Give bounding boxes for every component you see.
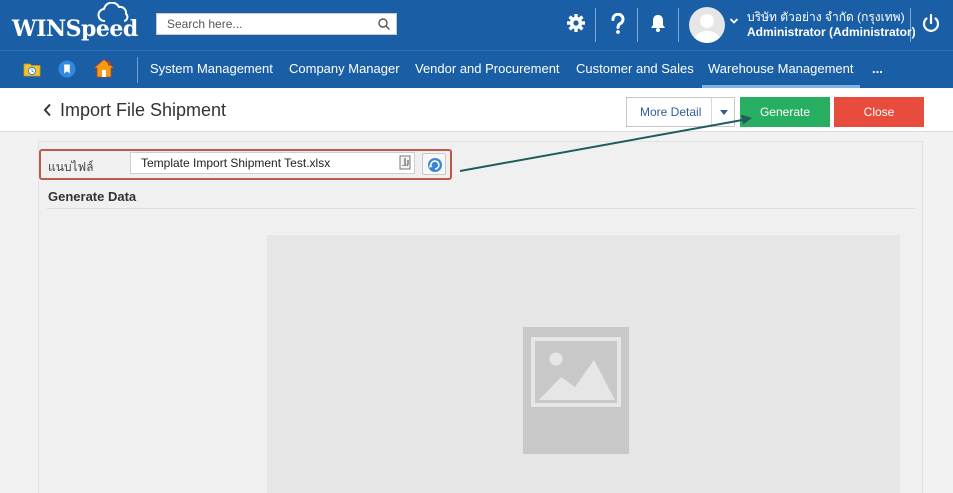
- attach-file-label: แนบไฟล์: [48, 160, 94, 174]
- winspeed-logo[interactable]: WINSpeed: [12, 2, 138, 46]
- image-placeholder-icon: [523, 327, 629, 454]
- divider: [910, 8, 911, 42]
- more-detail-label: More Detail: [640, 105, 702, 119]
- divider: [711, 98, 712, 126]
- bookmark-icon[interactable]: [58, 60, 76, 78]
- section-divider: [47, 208, 915, 209]
- divider: [637, 8, 638, 42]
- page-header: Import File Shipment More Detail Generat…: [0, 88, 953, 132]
- nav-system-management[interactable]: System Management: [150, 61, 273, 76]
- divider: [678, 8, 679, 42]
- search-icon[interactable]: [377, 17, 391, 31]
- nav-more[interactable]: ...: [872, 61, 883, 76]
- top-bar: WINSpeed Search here... บริษัท ตัวอย่าง …: [0, 0, 953, 50]
- more-detail-button[interactable]: More Detail: [626, 97, 735, 127]
- help-icon[interactable]: [609, 13, 627, 35]
- user-role: Administrator (Administrator): [747, 25, 916, 39]
- user-silhouette-icon: [694, 14, 720, 43]
- page-title: Import File Shipment: [60, 100, 227, 120]
- chevron-down-icon[interactable]: [729, 17, 739, 25]
- nav-vendor-procurement[interactable]: Vendor and Procurement: [415, 61, 560, 76]
- section-title: Generate Data: [48, 189, 137, 204]
- content-area: แนบไฟล์ Generate Data: [0, 132, 953, 493]
- main-nav: System Management Company Manager Vendor…: [0, 50, 953, 88]
- generate-button[interactable]: Generate: [740, 97, 830, 127]
- back-chevron-icon[interactable]: [42, 102, 54, 118]
- file-path-field[interactable]: [130, 152, 415, 174]
- power-icon[interactable]: [920, 12, 942, 34]
- search-input[interactable]: [157, 14, 367, 34]
- close-button[interactable]: Close: [834, 97, 924, 127]
- caret-down-icon[interactable]: [720, 110, 728, 115]
- search-box[interactable]: [156, 13, 397, 35]
- browse-button[interactable]: [422, 153, 446, 175]
- bell-icon[interactable]: [648, 13, 668, 33]
- avatar[interactable]: [689, 7, 725, 43]
- nav-customer-sales[interactable]: Customer and Sales: [576, 61, 694, 76]
- divider: [595, 8, 596, 42]
- divider: [137, 57, 138, 83]
- attachment-icon[interactable]: [399, 155, 411, 170]
- home-icon[interactable]: [93, 58, 115, 78]
- nav-company-manager[interactable]: Company Manager: [289, 61, 400, 76]
- nav-warehouse-management[interactable]: Warehouse Management: [702, 61, 859, 88]
- gear-icon[interactable]: [566, 13, 586, 33]
- cloud-icon: [97, 2, 129, 22]
- folder-clock-icon[interactable]: [23, 61, 41, 77]
- form-panel: แนบไฟล์ Generate Data: [38, 141, 923, 493]
- browse-icon: [428, 158, 442, 172]
- preview-area: [267, 235, 900, 493]
